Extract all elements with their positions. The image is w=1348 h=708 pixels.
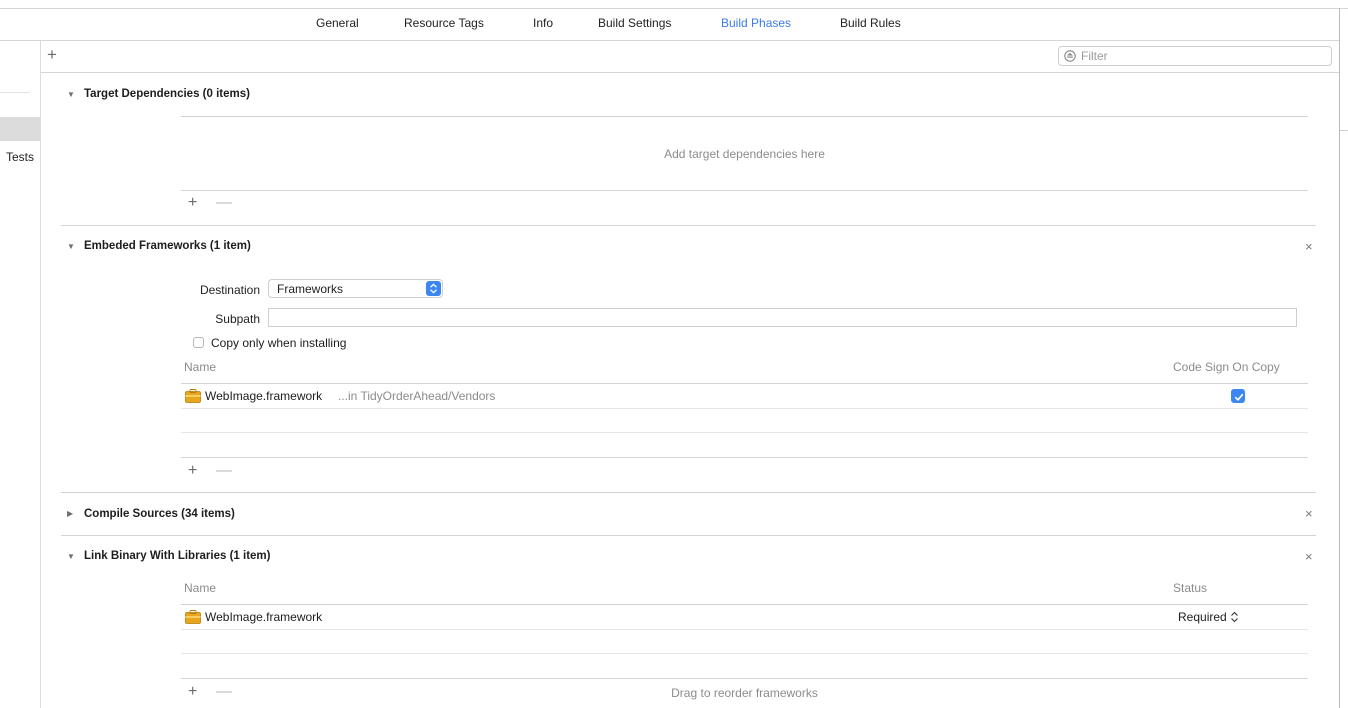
close-section-button[interactable]: ×	[1305, 549, 1313, 564]
tab-general[interactable]: General	[316, 16, 359, 30]
table-row-divider	[181, 408, 1308, 409]
remove-dependency-button[interactable]: —	[216, 195, 232, 211]
empty-dependencies-text: Add target dependencies here	[664, 147, 825, 161]
tab-resource-tags[interactable]: Resource Tags	[404, 16, 484, 30]
close-section-button[interactable]: ×	[1305, 239, 1313, 254]
table-header-border	[181, 604, 1308, 605]
tab-build-rules[interactable]: Build Rules	[840, 16, 901, 30]
framework-icon	[185, 610, 201, 624]
add-build-phase-button[interactable]: +	[47, 46, 57, 63]
library-name[interactable]: WebImage.framework	[205, 610, 322, 624]
subpath-label: Subpath	[215, 312, 260, 326]
remove-framework-button[interactable]: —	[216, 463, 232, 479]
add-framework-button[interactable]: +	[188, 463, 197, 479]
reorder-hint-text: Drag to reorder frameworks	[671, 686, 818, 700]
checkmark-icon	[1234, 393, 1244, 401]
code-sign-checkbox[interactable]	[1231, 389, 1245, 403]
framework-location: ...in TidyOrderAhead/Vendors	[338, 389, 496, 403]
table-bottom-border	[181, 190, 1308, 191]
section-title-target-dependencies[interactable]: Target Dependencies (0 items)	[84, 88, 250, 100]
subpath-field[interactable]	[268, 308, 1297, 327]
destination-popup[interactable]: Frameworks	[268, 279, 443, 298]
copy-only-label: Copy only when installing	[211, 336, 347, 350]
filter-icon	[1064, 50, 1076, 62]
copy-only-checkbox[interactable]	[193, 337, 204, 348]
tab-info[interactable]: Info	[533, 16, 553, 30]
column-header-name[interactable]: Name	[184, 360, 216, 374]
right-pane-edge	[1340, 130, 1348, 131]
table-row-divider	[181, 653, 1308, 654]
section-divider	[61, 225, 1316, 226]
destination-value: Frameworks	[277, 282, 344, 296]
section-title-compile-sources[interactable]: Compile Sources (34 items)	[84, 508, 235, 520]
disclosure-expanded-icon[interactable]: ▼	[67, 242, 75, 251]
section-title-embedded-frameworks[interactable]: Embeded Frameworks (1 item)	[84, 240, 251, 252]
framework-icon	[185, 389, 201, 403]
disclosure-collapsed-icon[interactable]: ▶	[67, 509, 73, 518]
table-row-divider	[181, 432, 1308, 433]
disclosure-expanded-icon[interactable]: ▼	[67, 90, 75, 99]
table-row-divider	[181, 629, 1308, 630]
add-dependency-button[interactable]: +	[188, 195, 197, 211]
tab-build-settings[interactable]: Build Settings	[598, 16, 671, 30]
sidebar-selected-item[interactable]	[0, 117, 40, 141]
updown-chevron-icon	[1231, 611, 1238, 623]
status-value: Required	[1178, 610, 1227, 624]
sidebar-item-tests[interactable]: Tests	[6, 150, 34, 164]
filter-field[interactable]	[1058, 46, 1332, 66]
column-header-code-sign[interactable]: Code Sign On Copy	[1173, 360, 1280, 374]
column-header-status[interactable]: Status	[1173, 581, 1207, 595]
column-header-name[interactable]: Name	[184, 581, 216, 595]
sidebar-divider	[40, 41, 41, 708]
toolbar-divider	[41, 72, 1339, 73]
section-divider	[61, 492, 1316, 493]
sidebar-separator	[0, 92, 30, 93]
tab-bar-divider	[0, 40, 1340, 41]
table-bottom-border	[181, 678, 1308, 679]
table-top-border	[181, 116, 1308, 117]
window-right-border	[1339, 8, 1340, 708]
disclosure-expanded-icon[interactable]: ▼	[67, 552, 75, 561]
tab-build-phases[interactable]: Build Phases	[721, 16, 791, 30]
table-header-border	[181, 383, 1308, 384]
section-title-link-binary[interactable]: Link Binary With Libraries (1 item)	[84, 550, 271, 562]
popup-chevron-icon	[426, 281, 441, 296]
table-bottom-border	[181, 457, 1308, 458]
section-divider	[61, 535, 1316, 536]
window-top-border	[0, 8, 1348, 9]
close-section-button[interactable]: ×	[1305, 506, 1313, 521]
editor-tab-bar: General Resource Tags Info Build Setting…	[0, 16, 1340, 34]
framework-name[interactable]: WebImage.framework	[205, 389, 322, 403]
status-popup[interactable]: Required	[1178, 610, 1239, 624]
filter-input[interactable]	[1081, 48, 1321, 64]
destination-label: Destination	[199, 283, 260, 297]
